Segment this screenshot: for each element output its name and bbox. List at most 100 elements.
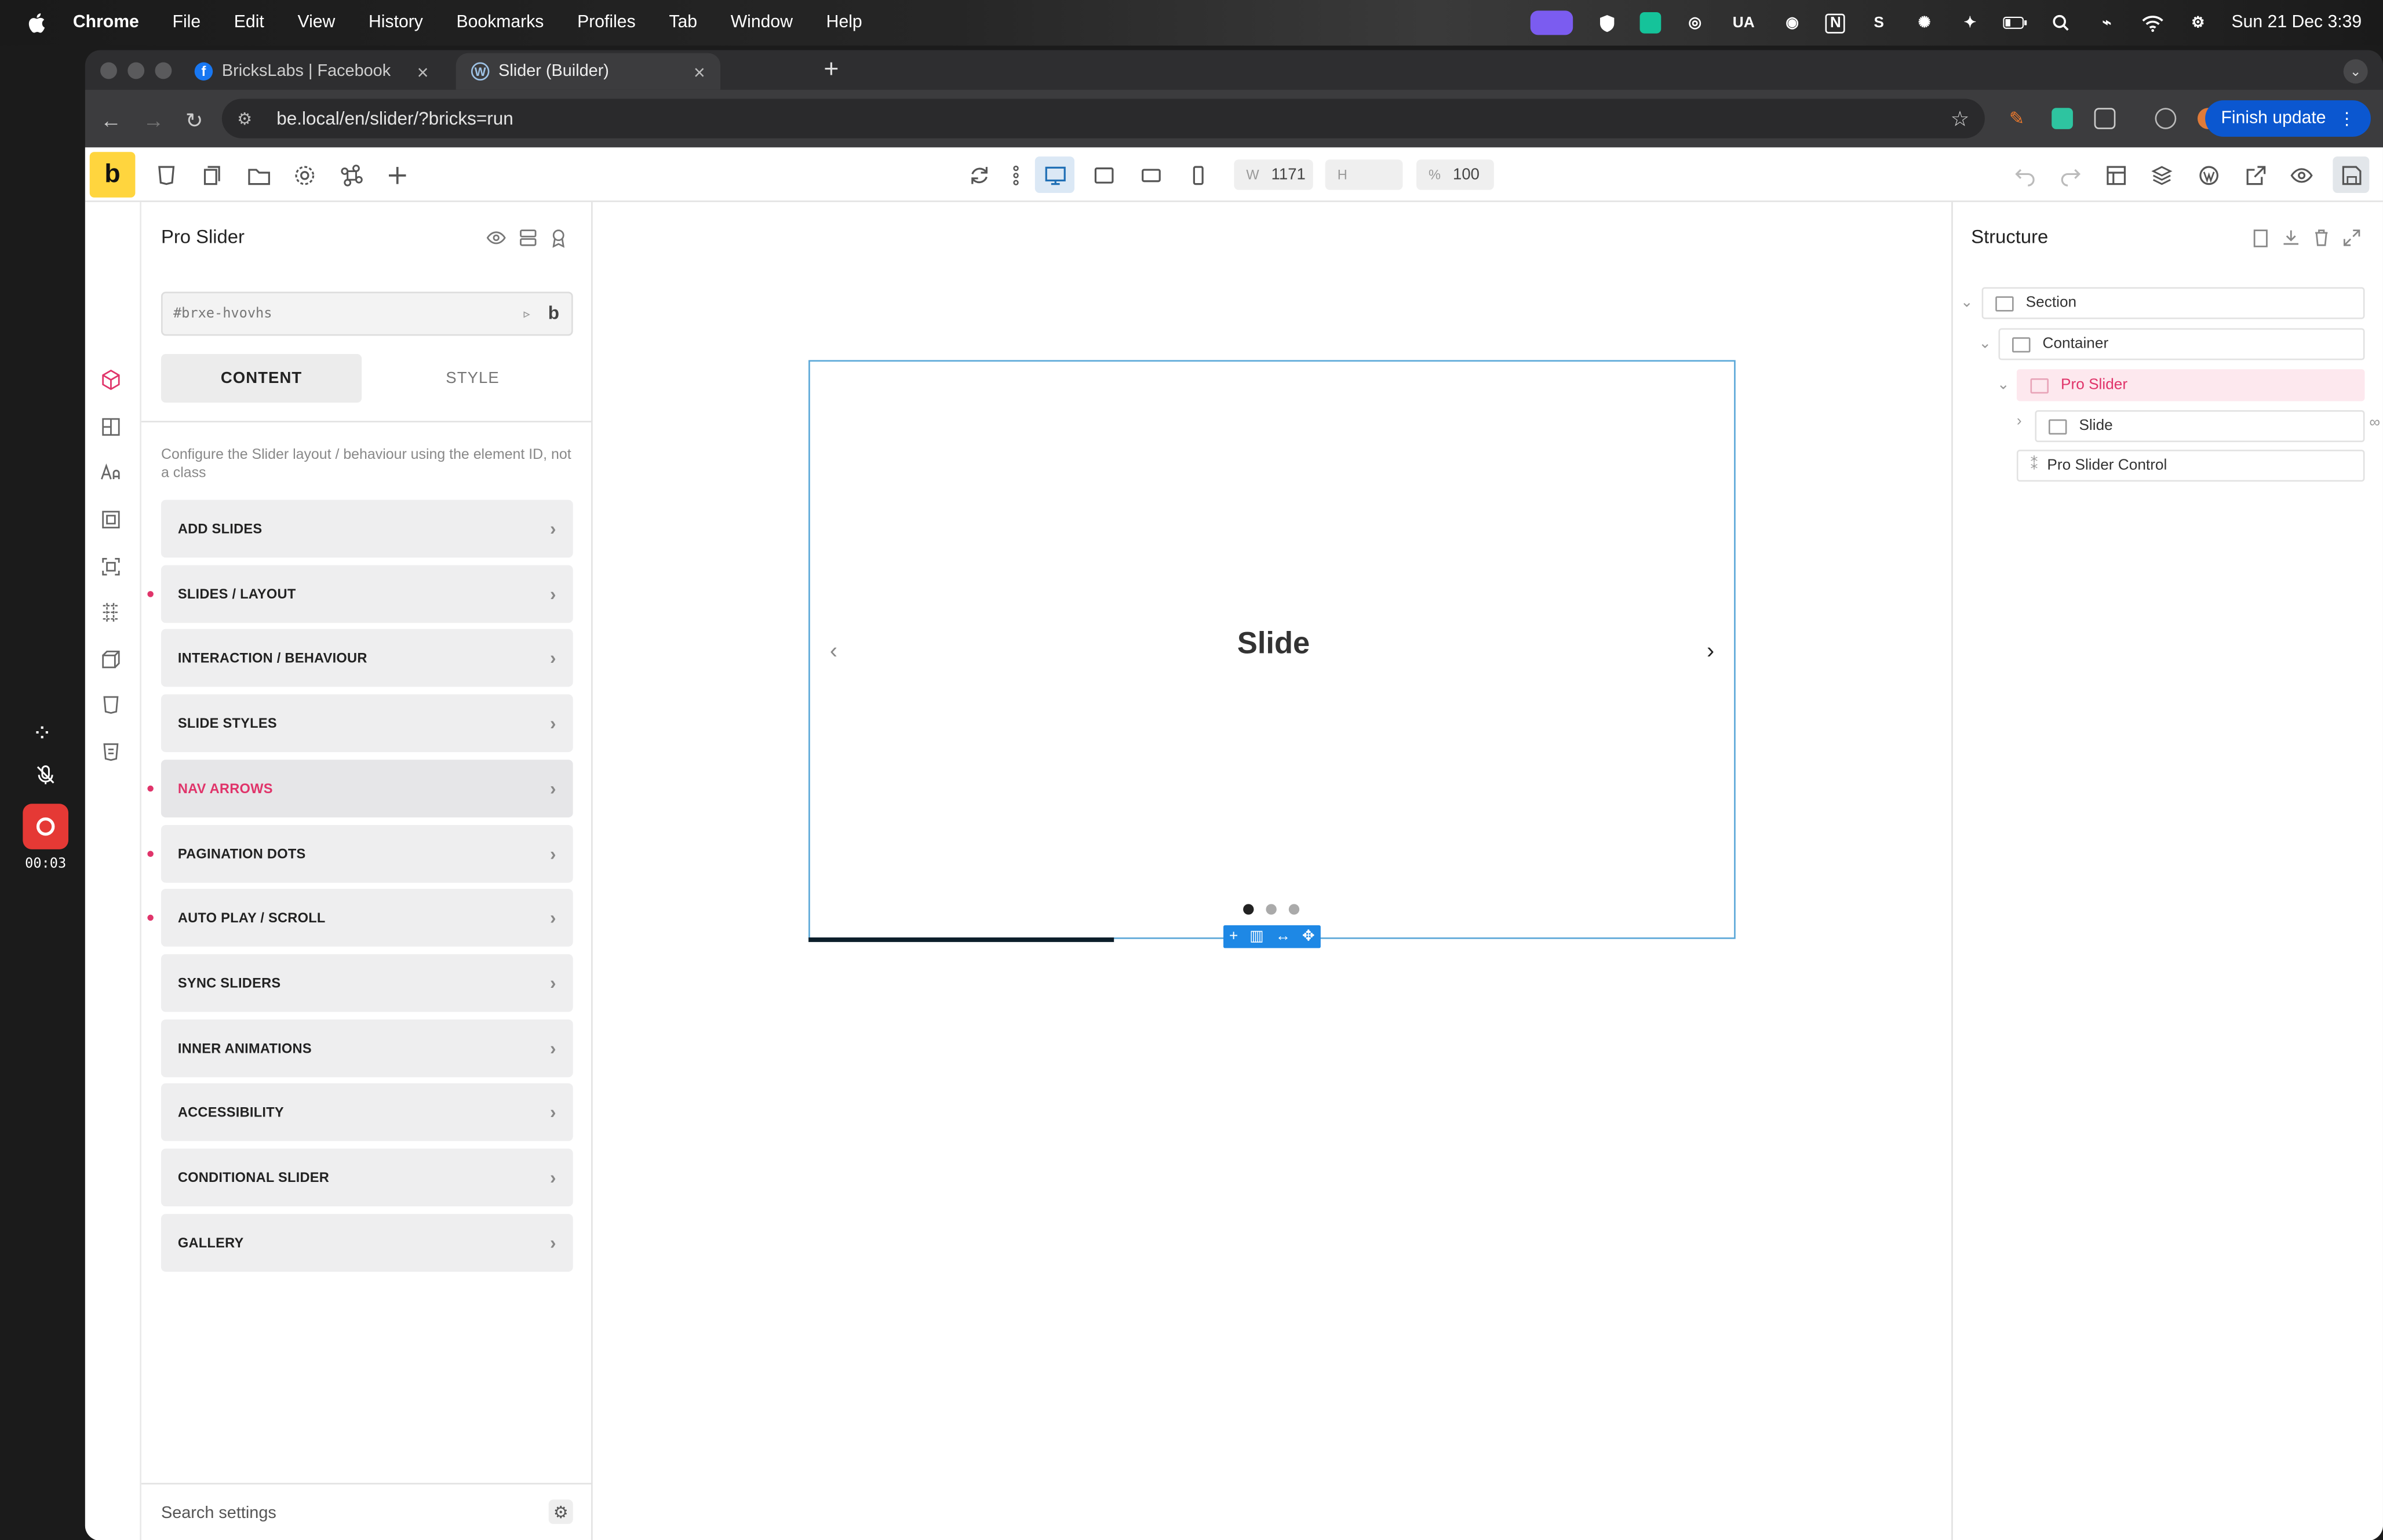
- expand-icon[interactable]: [2342, 228, 2362, 247]
- zoom-field[interactable]: % 100: [1416, 159, 1494, 190]
- columns-icon[interactable]: ▥: [1249, 928, 1264, 945]
- teal-extension-icon[interactable]: [2052, 108, 2073, 129]
- window-close-button[interactable]: [100, 62, 117, 79]
- shield-icon[interactable]: [1595, 12, 1619, 34]
- search-icon[interactable]: [2049, 12, 2074, 34]
- search-settings-field[interactable]: Search settings ⚙: [141, 1483, 593, 1540]
- tab-search-chevron-icon[interactable]: ⌄: [2343, 59, 2368, 84]
- battery-icon[interactable]: [2003, 12, 2028, 34]
- section-pagination-dots[interactable]: PAGINATION DOTS ›: [161, 824, 573, 882]
- chatgpt-icon[interactable]: ✺: [1912, 12, 1937, 34]
- refresh-icon[interactable]: [965, 161, 992, 188]
- section-gallery[interactable]: GALLERY ›: [161, 1213, 573, 1272]
- reload-icon[interactable]: ↻: [185, 108, 203, 134]
- notion-icon[interactable]: N: [1825, 13, 1846, 33]
- tab-close-icon[interactable]: ×: [694, 60, 705, 83]
- layout-grid-icon[interactable]: [100, 417, 125, 441]
- apple-icon[interactable]: [21, 12, 52, 34]
- element-id-field[interactable]: #brxe-hvovhs ▹ b: [161, 291, 573, 336]
- menu-view[interactable]: View: [297, 14, 335, 32]
- width-field[interactable]: W 1171: [1234, 159, 1313, 190]
- save-icon[interactable]: [2333, 156, 2370, 194]
- menu-profiles[interactable]: Profiles: [577, 14, 636, 32]
- structure-node-pro-slider-control[interactable]: ⁑ Pro Slider Control: [2016, 450, 2365, 482]
- new-tab-button[interactable]: +: [824, 54, 839, 85]
- element-cube-icon[interactable]: [100, 369, 125, 393]
- bricks-logo[interactable]: b: [89, 152, 136, 198]
- command-icon[interactable]: [337, 161, 365, 188]
- layers-icon[interactable]: [2147, 161, 2174, 188]
- element-classes-icon[interactable]: [518, 228, 540, 249]
- recorder-apps-grid-icon[interactable]: ⁘: [32, 718, 54, 749]
- templates-icon[interactable]: [152, 161, 179, 188]
- menu-edit[interactable]: Edit: [234, 14, 264, 32]
- transform-cube-icon[interactable]: [100, 649, 125, 673]
- finish-update-button[interactable]: Finish update ⋮: [2206, 100, 2371, 137]
- clipboard-icon[interactable]: [2251, 228, 2271, 247]
- menu-help[interactable]: Help: [826, 14, 862, 32]
- typography-icon[interactable]: [100, 462, 125, 486]
- structure-node-slide[interactable]: Slide: [2035, 410, 2365, 443]
- visibility-eye-icon[interactable]: [486, 228, 508, 249]
- structure-node-pro-slider[interactable]: Pro Slider: [2016, 369, 2365, 402]
- html-shield-icon[interactable]: [100, 742, 125, 766]
- extension-icon[interactable]: ✦: [1958, 12, 1983, 34]
- height-field[interactable]: H: [1325, 159, 1403, 190]
- mic-muted-icon[interactable]: [35, 764, 56, 786]
- link-icon[interactable]: ∞: [2369, 415, 2380, 432]
- cast-icon[interactable]: ⌁: [2095, 12, 2119, 34]
- section-accessibility[interactable]: ACCESSIBILITY ›: [161, 1083, 573, 1142]
- window-minimize-button[interactable]: [127, 62, 145, 79]
- border-icon[interactable]: [100, 556, 125, 581]
- section-conditional-slider[interactable]: CONDITIONAL SLIDER ›: [161, 1148, 573, 1207]
- input-source-label[interactable]: UA: [1729, 12, 1759, 34]
- redo-icon[interactable]: [2056, 161, 2083, 188]
- docs-icon[interactable]: [549, 228, 570, 249]
- menu-tab[interactable]: Tab: [669, 14, 697, 32]
- sync-icon[interactable]: ◎: [1683, 12, 1707, 34]
- slider-next-arrow[interactable]: ›: [1707, 638, 1714, 664]
- tab-content[interactable]: CONTENT: [161, 354, 362, 403]
- container-toggle-chevron-icon[interactable]: ⌄: [1978, 336, 1991, 353]
- css-shield-icon[interactable]: [100, 694, 125, 718]
- structure-node-section[interactable]: Section: [1981, 287, 2365, 319]
- settings-gear-icon[interactable]: ⚙: [548, 1499, 573, 1524]
- trash-icon[interactable]: [2312, 228, 2331, 247]
- menu-bookmarks[interactable]: Bookmarks: [457, 14, 544, 32]
- download-icon[interactable]: [2281, 228, 2301, 247]
- site-settings-icon[interactable]: ⚙: [237, 109, 258, 128]
- builder-canvas[interactable]: ‹ Slide › + ▥ ↔ ✥: [592, 202, 1952, 1540]
- section-slides-layout[interactable]: SLIDES / LAYOUT ›: [161, 564, 573, 623]
- pagination-dot[interactable]: [1243, 904, 1254, 915]
- window-zoom-button[interactable]: [155, 62, 172, 79]
- address-bar[interactable]: ⚙ be.local/en/slider/?bricks=run ☆: [221, 98, 1985, 138]
- pen-extension-icon[interactable]: ✎: [2009, 108, 2031, 129]
- section-add-slides[interactable]: ADD SLIDES ›: [161, 499, 573, 558]
- css-selector-icon[interactable]: ▹: [522, 304, 531, 323]
- section-auto-play-scroll[interactable]: AUTO PLAY / SCROLL ›: [161, 889, 573, 947]
- external-link-icon[interactable]: [2242, 161, 2269, 188]
- tablet-portrait-icon[interactable]: [1137, 161, 1164, 188]
- tab-close-icon[interactable]: ×: [417, 60, 429, 83]
- creative-cloud-icon[interactable]: ◉: [1780, 12, 1805, 34]
- preview-eye-icon[interactable]: [2287, 161, 2315, 188]
- slide-toggle-chevron-icon[interactable]: ›: [2017, 413, 2022, 430]
- section-interaction-behaviour[interactable]: INTERACTION / BEHAVIOUR ›: [161, 629, 573, 688]
- screen-share-icon[interactable]: [1531, 10, 1574, 35]
- section-sync-sliders[interactable]: SYNC SLIDERS ›: [161, 954, 573, 1012]
- more-vertical-icon[interactable]: [1001, 161, 1029, 188]
- bookmark-star-icon[interactable]: ☆: [1951, 105, 1970, 132]
- add-element-plus-icon[interactable]: [383, 161, 410, 188]
- control-center-icon[interactable]: ⚙: [2186, 12, 2210, 34]
- spacing-icon[interactable]: [100, 509, 125, 534]
- browser-tab-slider-builder[interactable]: W Slider (Builder) ×: [456, 53, 721, 90]
- tab-style[interactable]: STYLE: [372, 354, 573, 403]
- section-toggle-chevron-icon[interactable]: ⌄: [1961, 295, 1973, 312]
- grid-dots-icon[interactable]: [100, 601, 125, 626]
- undo-icon[interactable]: [2010, 161, 2038, 188]
- skype-icon[interactable]: S: [1867, 12, 1891, 34]
- browser-tab-facebook[interactable]: f BricksLabs | Facebook ×: [179, 53, 443, 90]
- desktop-breakpoint-icon[interactable]: [1034, 156, 1075, 194]
- structure-node-container[interactable]: Container: [1998, 328, 2365, 360]
- pro-slider-toggle-chevron-icon[interactable]: ⌄: [1997, 377, 2010, 393]
